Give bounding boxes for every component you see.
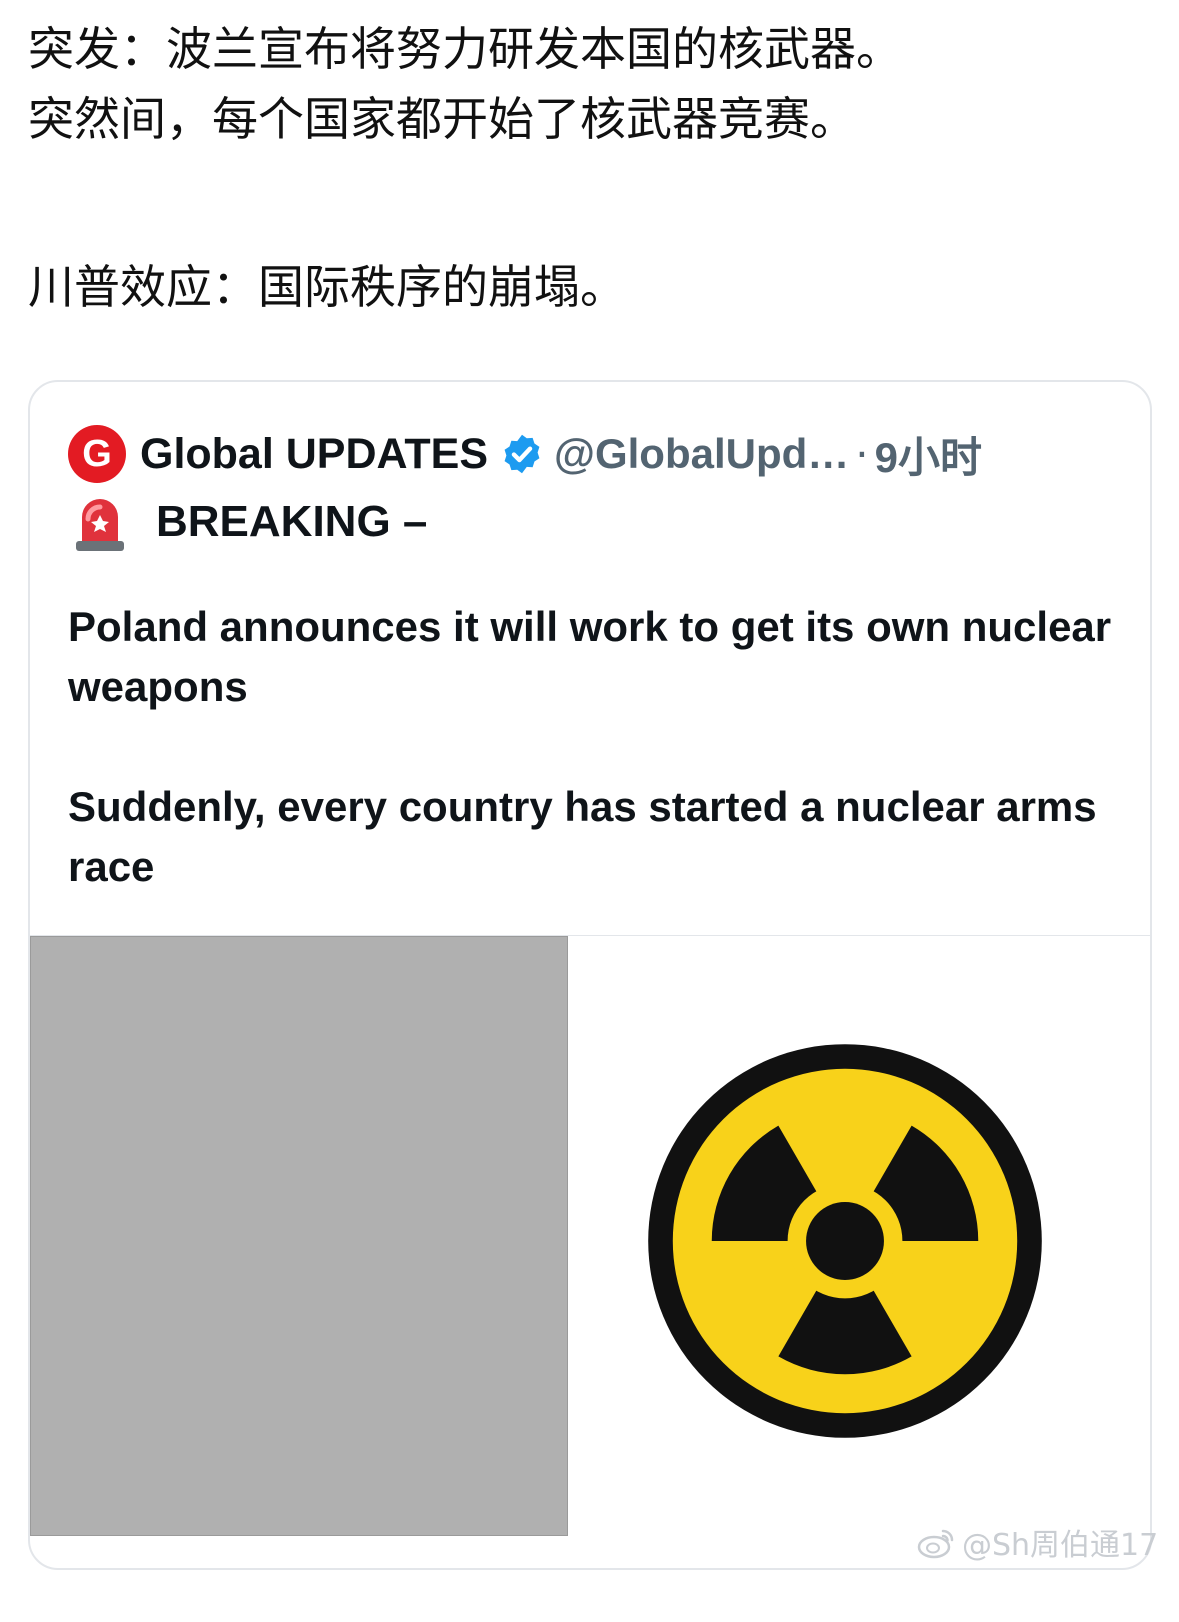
quoted-tweet-card[interactable]: G Global UPDATES @GlobalUpd… · 9小时 BREAK… (28, 380, 1152, 1570)
separator-dot: · (855, 429, 869, 479)
tweet-paragraph-1: Poland announces it will work to get its… (68, 603, 1112, 710)
account-handle[interactable]: @GlobalUpd… (554, 430, 849, 478)
quoted-tweet-body: Poland announces it will work to get its… (68, 597, 1118, 897)
avatar-letter: G (82, 433, 112, 475)
post-text: 突发：波兰宣布将努力研发本国的核武器。 突然间，每个国家都开始了核武器竞赛。 川… (28, 14, 1148, 322)
radiation-symbol-icon[interactable] (640, 1036, 1050, 1446)
siren-icon (76, 499, 124, 551)
post-timestamp[interactable]: 9小时 (875, 424, 982, 485)
tweet-media[interactable] (30, 935, 1150, 1536)
post-line-1: 突发：波兰宣布将努力研发本国的核武器。 (28, 22, 902, 76)
post-line-2: 突然间，每个国家都开始了核武器竞赛。 (28, 92, 856, 146)
tweet-paragraph-2: Suddenly, every country has started a nu… (68, 783, 1097, 890)
breaking-line: BREAKING – (72, 487, 427, 557)
person-photo[interactable] (30, 936, 568, 1536)
watermark-text: @Sh周伯通17 (962, 1528, 1159, 1563)
post-line-gap (28, 154, 1148, 252)
weibo-logo-icon (917, 1529, 954, 1559)
breaking-label: BREAKING – (156, 497, 428, 546)
account-avatar[interactable]: G (68, 425, 126, 483)
post-line-3: 川普效应：国际秩序的崩塌。 (28, 260, 626, 314)
display-name[interactable]: Global UPDATES (140, 430, 488, 479)
verified-badge-icon (504, 434, 540, 474)
quoted-tweet-header: G Global UPDATES @GlobalUpd… · 9小时 (68, 424, 982, 484)
weibo-watermark: @Sh周伯通17 (916, 1520, 1158, 1564)
